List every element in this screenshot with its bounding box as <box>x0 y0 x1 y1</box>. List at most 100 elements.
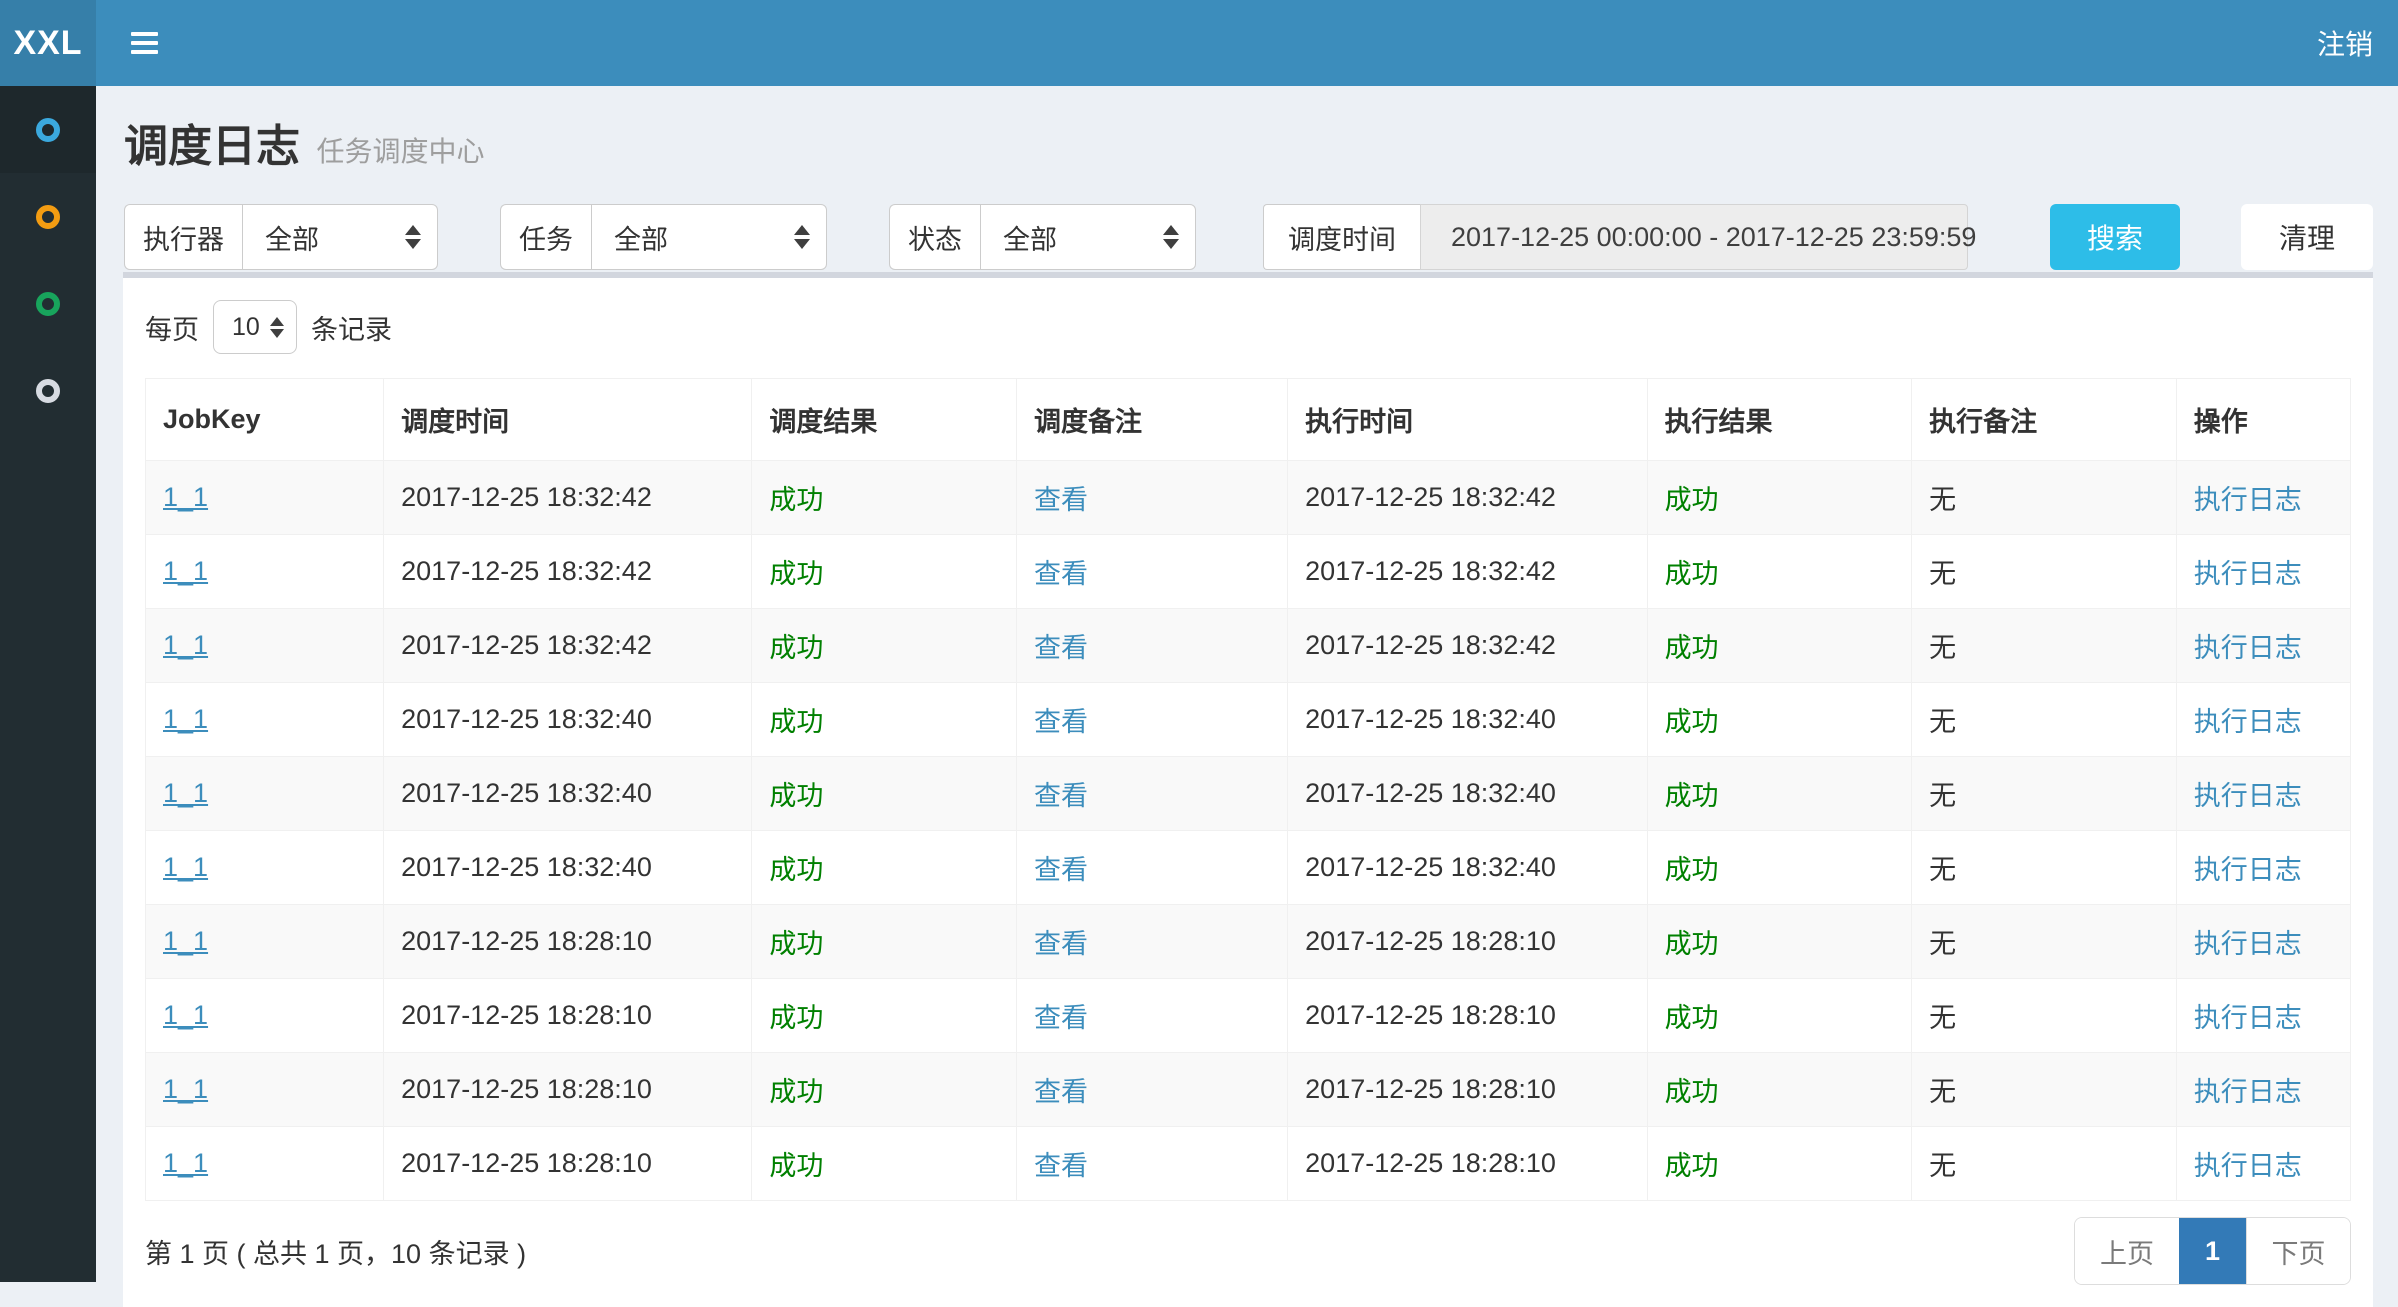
action-log-link[interactable]: 执行日志 <box>2194 781 2302 811</box>
handle-result-cell: 成功 <box>1665 1151 1719 1181</box>
handle-time-cell: 2017-12-25 18:28:10 <box>1305 1000 1556 1030</box>
sidebar-item-3[interactable] <box>0 260 96 347</box>
trigger-time-cell: 2017-12-25 18:32:42 <box>401 482 652 512</box>
job-filter-group: 任务 全部 <box>500 204 827 270</box>
jobkey-link[interactable]: 1_1 <box>163 1148 208 1178</box>
action-log-link[interactable]: 执行日志 <box>2194 707 2302 737</box>
handle-result-cell: 成功 <box>1665 929 1719 959</box>
action-log-link[interactable]: 执行日志 <box>2194 855 2302 885</box>
job-filter-label: 任务 <box>500 204 591 270</box>
action-log-link[interactable]: 执行日志 <box>2194 1151 2302 1181</box>
sidebar-item-2[interactable] <box>0 173 96 260</box>
top-navbar: XXL 注销 <box>0 0 2398 86</box>
executor-filter-group: 执行器 全部 <box>124 204 438 270</box>
sidebar-item-1[interactable] <box>0 86 96 173</box>
app-logo[interactable]: XXL <box>0 0 96 86</box>
clean-button[interactable]: 清理 <box>2241 204 2373 270</box>
trigger-time-cell: 2017-12-25 18:28:10 <box>401 1148 652 1178</box>
jobkey-link[interactable]: 1_1 <box>163 852 208 882</box>
trigger-time-cell: 2017-12-25 18:32:42 <box>401 630 652 660</box>
trigger-msg-link[interactable]: 查看 <box>1034 781 1088 811</box>
handle-msg-cell: 无 <box>1929 929 1956 959</box>
jobkey-link[interactable]: 1_1 <box>163 704 208 734</box>
column-header: JobKey <box>146 379 384 461</box>
jobkey-link[interactable]: 1_1 <box>163 1000 208 1030</box>
trigger-time-cell: 2017-12-25 18:32:40 <box>401 852 652 882</box>
handle-result-cell: 成功 <box>1665 485 1719 515</box>
page-size-suffix-label: 条记录 <box>311 308 392 347</box>
next-page-button[interactable]: 下页 <box>2246 1218 2350 1284</box>
handle-time-cell: 2017-12-25 18:32:40 <box>1305 778 1556 808</box>
jobkey-link[interactable]: 1_1 <box>163 1074 208 1104</box>
table-row: 1_12017-12-25 18:32:40成功查看2017-12-25 18:… <box>146 831 2351 905</box>
handle-time-cell: 2017-12-25 18:32:42 <box>1305 630 1556 660</box>
trigger-msg-link[interactable]: 查看 <box>1034 1077 1088 1107</box>
table-row: 1_1 2017-12-25 18:32:40 成功 查看 2017-12-25 18:… <box>146 757 2351 831</box>
search-button[interactable]: 搜索 <box>2050 204 2180 270</box>
prev-page-button[interactable]: 上页 <box>2075 1218 2179 1284</box>
trigger-msg-link[interactable]: 查看 <box>1034 485 1088 515</box>
column-header: 操作 <box>2176 379 2350 461</box>
handle-result-cell: 成功 <box>1665 633 1719 663</box>
job-select[interactable]: 全部 <box>591 204 827 270</box>
trigger-msg-link[interactable]: 查看 <box>1034 855 1088 885</box>
trigger-time-cell: 2017-12-25 18:32:40 <box>401 704 652 734</box>
sidebar-circle-icon <box>36 379 60 403</box>
trigger-time-cell: 2017-12-25 18:32:42 <box>401 556 652 586</box>
trigger-msg-link[interactable]: 查看 <box>1034 1003 1088 1033</box>
table-row: 1_12017-12-25 18:32:42成功查看2017-12-25 18:… <box>146 461 2351 535</box>
handle-msg-cell: 无 <box>1929 1151 1956 1181</box>
handle-result-cell: 成功 <box>1665 781 1719 811</box>
table-footer: 第 1 页 ( 总共 1 页，10 条记录 ) 上页 1 下页 <box>145 1217 2351 1285</box>
main-content: 调度日志 任务调度中心 执行器 全部 任务 全部 状态 <box>96 0 2398 1307</box>
table-row: 1_1 2017-12-25 18:28:10 成功 查看 2017-12-25 18:… <box>146 979 2351 1053</box>
trigger-msg-link[interactable]: 查看 <box>1034 707 1088 737</box>
select-arrows-icon <box>270 317 284 338</box>
trigger-time-filter-group: 调度时间 2017-12-25 00:00:00 - 2017-12-25 23… <box>1263 204 1968 270</box>
jobkey-link[interactable]: 1_1 <box>163 778 208 808</box>
status-select[interactable]: 全部 <box>980 204 1196 270</box>
jobkey-link[interactable]: 1_1 <box>163 482 208 512</box>
filter-toolbar: 执行器 全部 任务 全部 状态 全部 <box>124 204 2373 270</box>
sidebar-item-4[interactable] <box>0 347 96 434</box>
table-header-row: JobKey调度时间调度结果调度备注执行时间执行结果执行备注操作 <box>146 379 2351 461</box>
trigger-result-cell: 成功 <box>769 559 823 589</box>
trigger-time-cell: 2017-12-25 18:32:40 <box>401 778 652 808</box>
action-log-link[interactable]: 执行日志 <box>2194 633 2302 663</box>
trigger-time-range-input[interactable]: 2017-12-25 00:00:00 - 2017-12-25 23:59:5… <box>1420 204 1968 270</box>
handle-msg-cell: 无 <box>1929 1003 1956 1033</box>
trigger-msg-link[interactable]: 查看 <box>1034 929 1088 959</box>
handle-time-cell: 2017-12-25 18:32:40 <box>1305 704 1556 734</box>
page-summary-text: 第 1 页 ( 总共 1 页，10 条记录 ) <box>145 1232 526 1271</box>
trigger-msg-link[interactable]: 查看 <box>1034 559 1088 589</box>
page-size-select[interactable]: 10 <box>213 300 297 354</box>
handle-result-cell: 成功 <box>1665 707 1719 737</box>
column-header: 执行结果 <box>1647 379 1912 461</box>
action-log-link[interactable]: 执行日志 <box>2194 1003 2302 1033</box>
handle-msg-cell: 无 <box>1929 855 1956 885</box>
trigger-msg-link[interactable]: 查看 <box>1034 633 1088 663</box>
logout-link[interactable]: 注销 <box>2317 23 2398 63</box>
trigger-time-cell: 2017-12-25 18:28:10 <box>401 1000 652 1030</box>
action-log-link[interactable]: 执行日志 <box>2194 929 2302 959</box>
jobkey-link[interactable]: 1_1 <box>163 926 208 956</box>
navbar-body: 注销 <box>96 0 2398 86</box>
current-page-button[interactable]: 1 <box>2179 1218 2246 1284</box>
executor-select[interactable]: 全部 <box>242 204 438 270</box>
handle-time-cell: 2017-12-25 18:28:10 <box>1305 1148 1556 1178</box>
table-row: 1_12017-12-25 18:28:10成功查看2017-12-25 18:… <box>146 905 2351 979</box>
page-size-value: 10 <box>232 313 260 342</box>
page-title: 调度日志 <box>124 122 300 171</box>
job-select-value: 全部 <box>614 218 668 257</box>
sidebar-toggle-button[interactable] <box>123 22 166 64</box>
sidebar-menu <box>0 86 96 1282</box>
action-log-link[interactable]: 执行日志 <box>2194 559 2302 589</box>
action-log-link[interactable]: 执行日志 <box>2194 485 2302 515</box>
trigger-msg-link[interactable]: 查看 <box>1034 1151 1088 1181</box>
trigger-result-cell: 成功 <box>769 1077 823 1107</box>
action-log-link[interactable]: 执行日志 <box>2194 1077 2302 1107</box>
jobkey-link[interactable]: 1_1 <box>163 630 208 660</box>
handle-result-cell: 成功 <box>1665 1003 1719 1033</box>
jobkey-link[interactable]: 1_1 <box>163 556 208 586</box>
pagination: 上页 1 下页 <box>2074 1217 2351 1285</box>
